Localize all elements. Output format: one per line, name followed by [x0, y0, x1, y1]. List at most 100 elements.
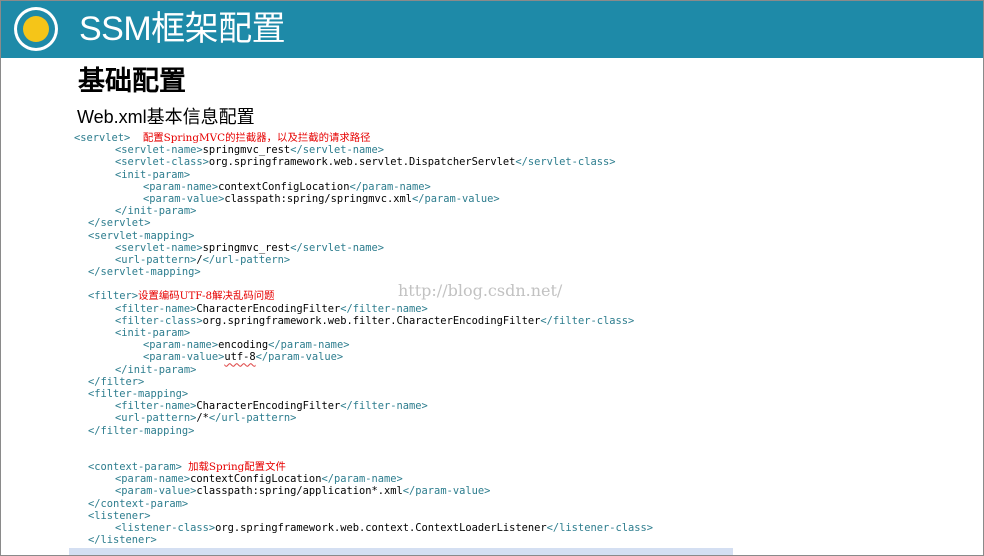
code-line: <param-name>contextConfigLocation</param… [74, 473, 974, 485]
xml-tag: <servlet-mapping> [88, 229, 195, 242]
code-line: <param-value>classpath:spring/applicatio… [74, 485, 974, 497]
xml-tag: </param-value> [255, 351, 344, 364]
xml-tag: </param-name> [321, 473, 403, 486]
xml-tag: <url-pattern> [115, 253, 197, 266]
code-line: <servlet-class>org.springframework.web.s… [74, 156, 974, 168]
xml-value: encoding [218, 339, 269, 352]
xml-tag: <listener> [88, 509, 151, 522]
xml-tag: <param-value> [143, 351, 225, 364]
code-line: <filter-name>CharacterEncodingFilter</fi… [74, 303, 974, 315]
code-line: <filter-name>CharacterEncodingFilter</fi… [74, 400, 974, 412]
code-line: <param-name>contextConfigLocation</param… [74, 181, 974, 193]
code-line: <servlet-name>springmvc_rest</servlet-na… [74, 144, 974, 156]
code-line: <param-value>classpath:spring/springmvc.… [74, 193, 974, 205]
xml-tag: <filter> [88, 290, 139, 303]
xml-tag: <servlet-name> [115, 144, 203, 157]
xml-tag: </listener> [88, 534, 157, 547]
section-heading: 基础配置 [78, 66, 186, 96]
code-line: <servlet-mapping> [74, 230, 974, 242]
xml-value: org.springframework.web.servlet.Dispatch… [208, 156, 516, 169]
xml-value: /* [196, 412, 209, 425]
xml-value: org.springframework.web.context.ContextL… [215, 522, 547, 534]
xml-tag: <servlet-name> [115, 241, 203, 254]
xml-value: utf-8 [224, 351, 256, 364]
code-line: <param-name>encoding</param-name> [74, 339, 974, 351]
xml-tag: </filter-class> [540, 314, 635, 327]
code-line: <filter-class>org.springframework.web.fi… [74, 315, 974, 327]
code-line: <filter-mapping> [74, 388, 974, 400]
code-line: </context-param> [74, 498, 974, 510]
xml-tag: </filter> [88, 375, 145, 388]
circle-logo-icon [14, 7, 58, 51]
xml-value: org.springframework.web.filter.Character… [202, 314, 541, 327]
xml-tag: </param-value> [412, 192, 500, 205]
xml-value: classpath:spring/springmvc.xml [224, 192, 412, 205]
xml-tag: <param-value> [115, 485, 197, 498]
code-line: <param-value>utf-8</param-value> [74, 351, 974, 363]
xml-tag: </servlet-class> [515, 156, 616, 169]
slide: SSM框架配置 基础配置 Web.xml基本信息配置 <servlet> 配置S… [0, 0, 984, 556]
xml-tag: <listener-class> [115, 522, 216, 534]
code-line: </init-param> [74, 364, 974, 376]
code-comment: 加载Spring配置文件 [188, 461, 286, 474]
code-line: <url-pattern>/</url-pattern> [74, 254, 974, 266]
watermark-text: http://blog.csdn.net/ [398, 281, 563, 300]
xml-tag: </servlet> [88, 217, 151, 230]
code-line: <servlet> 配置SpringMVC的拦截器，以及拦截的请求路径 [74, 132, 974, 144]
xml-tag: <servlet> [74, 132, 131, 144]
xml-tag: </listener-class> [546, 522, 654, 534]
code-line: </init-param> [74, 205, 974, 217]
xml-tag: <filter-name> [115, 400, 197, 413]
code-line: <servlet-name>springmvc_rest</servlet-na… [74, 242, 974, 254]
code-line: </filter-mapping> [74, 425, 974, 437]
xml-tag: <init-param> [115, 168, 191, 181]
xml-tag: </param-name> [268, 339, 350, 352]
xml-tag: <param-name> [115, 473, 191, 486]
code-line: <init-param> [74, 169, 974, 181]
xml-tag: <url-pattern> [115, 412, 197, 425]
code-line: <listener-class>org.springframework.web.… [74, 522, 974, 534]
xml-value: CharacterEncodingFilter [196, 302, 341, 315]
xml-tag: </filter-mapping> [88, 424, 195, 437]
code-line: <listener> [74, 510, 974, 522]
xml-tag: <param-value> [143, 192, 225, 205]
xml-tag: <init-param> [115, 327, 191, 339]
code-line: </servlet-mapping> [74, 266, 974, 278]
title-bar: SSM框架配置 [1, 1, 983, 58]
xml-tag: </init-param> [115, 363, 197, 376]
xml-tag: <param-name> [143, 339, 219, 352]
xml-value: classpath:spring/application*.xml [196, 485, 403, 498]
xml-value: CharacterEncodingFilter [196, 400, 341, 413]
xml-tag: </servlet-name> [290, 144, 385, 157]
xml-tag: <filter-name> [115, 302, 197, 315]
code-comment: 配置SpringMVC的拦截器，以及拦截的请求路径 [142, 132, 371, 144]
xml-tag: <filter-class> [115, 314, 203, 327]
code-line: </filter> [74, 376, 974, 388]
xml-tag: <servlet-class> [115, 156, 209, 169]
xml-value: contextConfigLocation [218, 180, 350, 193]
xml-tag: </param-name> [349, 180, 431, 193]
code-line: </listener> [74, 534, 974, 546]
xml-tag: <param-name> [143, 180, 219, 193]
xml-tag: </url-pattern> [208, 412, 297, 425]
xml-tag: </filter-name> [340, 302, 428, 315]
xml-tag: </context-param> [88, 497, 189, 510]
bottom-strip [69, 548, 733, 555]
slide-title: SSM框架配置 [79, 10, 286, 48]
code-line: <init-param> [74, 327, 974, 339]
xml-value: springmvc_rest [202, 241, 291, 254]
xml-tag: <filter-mapping> [88, 387, 189, 400]
section-subheading: Web.xml基本信息配置 [77, 107, 255, 127]
xml-tag: </param-value> [402, 485, 491, 498]
xml-tag: </filter-name> [340, 400, 428, 413]
xml-value: contextConfigLocation [190, 473, 322, 486]
xml-code-block: <servlet> 配置SpringMVC的拦截器，以及拦截的请求路径 <ser… [74, 132, 974, 546]
code-line: </servlet> [74, 217, 974, 229]
xml-value: springmvc_rest [202, 144, 291, 157]
xml-tag: </url-pattern> [202, 253, 291, 266]
code-comment: 设置编码UTF-8解决乱码问题 [138, 290, 275, 303]
xml-tag: </servlet-name> [290, 241, 385, 254]
xml-tag: </servlet-mapping> [88, 266, 201, 279]
code-line: <url-pattern>/*</url-pattern> [74, 412, 974, 424]
xml-tag: <context-param> [88, 461, 182, 474]
